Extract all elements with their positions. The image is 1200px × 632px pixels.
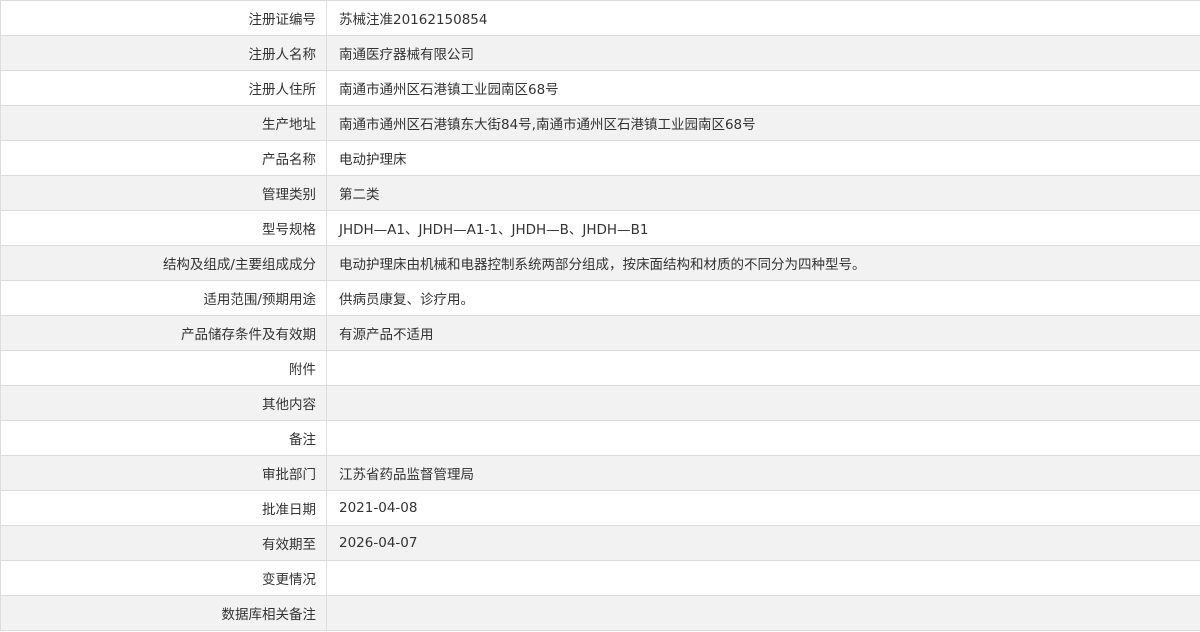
field-label: 注册证编号 — [0, 0, 327, 36]
field-value: 电动护理床由机械和电器控制系统两部分组成，按床面结构和材质的不同分为四种型号。 — [326, 245, 1200, 281]
table-row: 注册证编号 苏械注准20162150854 — [0, 0, 1200, 36]
table-row: 有效期至 2026-04-07 — [0, 525, 1200, 561]
field-value: JHDH—A1、JHDH—A1-1、JHDH—B、JHDH—B1 — [326, 210, 1200, 246]
field-value: 苏械注准20162150854 — [326, 0, 1200, 36]
field-value: 电动护理床 — [326, 140, 1200, 176]
table-row: 数据库相关备注 — [0, 595, 1200, 631]
table-row: 变更情况 — [0, 560, 1200, 596]
table-row: 型号规格 JHDH—A1、JHDH—A1-1、JHDH—B、JHDH—B1 — [0, 210, 1200, 246]
field-value: 2026-04-07 — [326, 525, 1200, 561]
table-row: 产品名称 电动护理床 — [0, 140, 1200, 176]
field-value — [326, 385, 1200, 421]
table-row: 审批部门 江苏省药品监督管理局 — [0, 455, 1200, 491]
field-label: 审批部门 — [0, 455, 327, 491]
field-label: 变更情况 — [0, 560, 327, 596]
table-row: 结构及组成/主要组成成分 电动护理床由机械和电器控制系统两部分组成，按床面结构和… — [0, 245, 1200, 281]
field-label: 适用范围/预期用途 — [0, 280, 327, 316]
field-label: 其他内容 — [0, 385, 327, 421]
field-label: 注册人名称 — [0, 35, 327, 71]
field-value — [326, 350, 1200, 386]
field-label: 数据库相关备注 — [0, 595, 327, 631]
field-label: 生产地址 — [0, 105, 327, 141]
table-row: 生产地址 南通市通州区石港镇东大街84号,南通市通州区石港镇工业园南区68号 — [0, 105, 1200, 141]
table-row: 注册人名称 南通医疗器械有限公司 — [0, 35, 1200, 71]
field-label: 管理类别 — [0, 175, 327, 211]
field-value: 南通医疗器械有限公司 — [326, 35, 1200, 71]
field-value: 江苏省药品监督管理局 — [326, 455, 1200, 491]
field-value: 有源产品不适用 — [326, 315, 1200, 351]
registration-detail-table: 注册证编号 苏械注准20162150854 注册人名称 南通医疗器械有限公司 注… — [0, 0, 1200, 631]
table-row: 备注 — [0, 420, 1200, 456]
table-row: 管理类别 第二类 — [0, 175, 1200, 211]
field-value: 2021-04-08 — [326, 490, 1200, 526]
field-label: 产品名称 — [0, 140, 327, 176]
field-value — [326, 420, 1200, 456]
table-row: 适用范围/预期用途 供病员康复、诊疗用。 — [0, 280, 1200, 316]
table-row: 注册人住所 南通市通州区石港镇工业园南区68号 — [0, 70, 1200, 106]
table-row: 批准日期 2021-04-08 — [0, 490, 1200, 526]
field-label: 附件 — [0, 350, 327, 386]
field-label: 有效期至 — [0, 525, 327, 561]
field-value: 第二类 — [326, 175, 1200, 211]
field-label: 批准日期 — [0, 490, 327, 526]
field-label: 注册人住所 — [0, 70, 327, 106]
field-value: 南通市通州区石港镇东大街84号,南通市通州区石港镇工业园南区68号 — [326, 105, 1200, 141]
table-row: 产品储存条件及有效期 有源产品不适用 — [0, 315, 1200, 351]
field-label: 型号规格 — [0, 210, 327, 246]
field-value: 供病员康复、诊疗用。 — [326, 280, 1200, 316]
field-label: 结构及组成/主要组成成分 — [0, 245, 327, 281]
field-label: 产品储存条件及有效期 — [0, 315, 327, 351]
field-value — [326, 560, 1200, 596]
field-label: 备注 — [0, 420, 327, 456]
field-value: 南通市通州区石港镇工业园南区68号 — [326, 70, 1200, 106]
table-row: 其他内容 — [0, 385, 1200, 421]
field-value — [326, 595, 1200, 631]
table-row: 附件 — [0, 350, 1200, 386]
